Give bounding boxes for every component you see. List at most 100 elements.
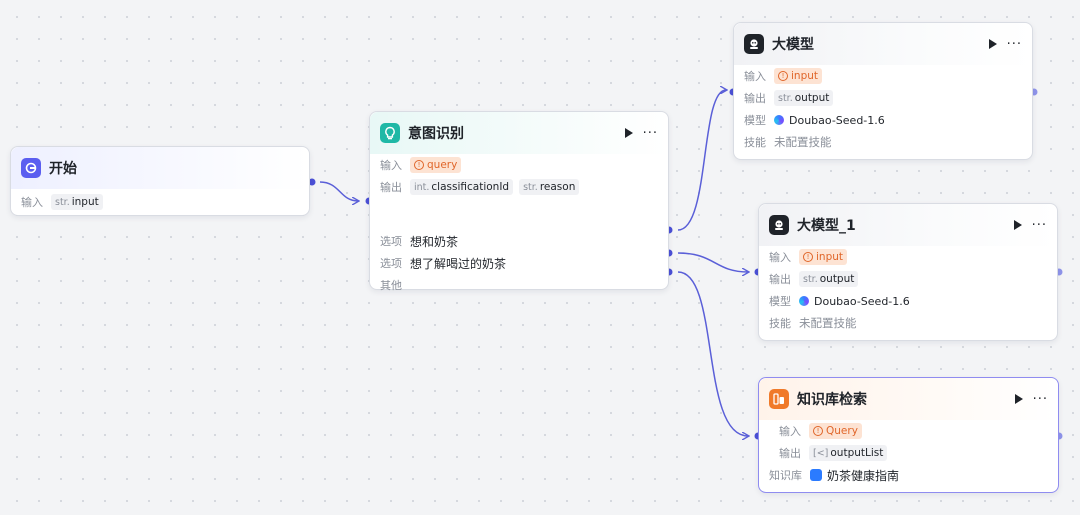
model-label: 模型 — [744, 114, 766, 127]
output-variable-tag[interactable]: [<] outputList — [809, 445, 888, 461]
variable-type: [<] — [813, 447, 829, 459]
intent-other-row: 其他 — [370, 274, 668, 296]
start-icon — [21, 158, 41, 178]
output-variable-tag[interactable]: int. classificationId — [410, 179, 514, 195]
llm-skill-row: 技能 未配置技能 — [734, 131, 1032, 153]
output-label: 输出 — [744, 92, 766, 105]
output-variable-tag[interactable]: str. reason — [519, 179, 580, 195]
more-icon[interactable]: ··· — [1033, 393, 1048, 406]
variable-name: input — [816, 251, 844, 263]
variable-type: str. — [55, 196, 70, 208]
input-label: 输入 — [21, 196, 43, 209]
llm-node-header[interactable]: 大模型 ··· — [734, 23, 1032, 65]
model-label: 模型 — [769, 295, 791, 308]
play-icon[interactable] — [988, 39, 997, 49]
input-variable-tag[interactable]: ! query — [410, 157, 462, 173]
edge-option2-to-llm1 — [677, 252, 748, 272]
knowledge-node-header[interactable]: 知识库检索 ··· — [759, 378, 1058, 420]
output-variable-tag[interactable]: str. output — [774, 90, 834, 106]
input-variable-tag[interactable]: ! input — [774, 68, 823, 84]
start-node[interactable]: 开始 输入 str. input — [10, 146, 310, 216]
warning-icon: ! — [803, 252, 813, 262]
edge-start-to-intent — [319, 181, 358, 201]
edge-other-to-kb — [677, 271, 748, 436]
variable-name: output — [819, 273, 855, 285]
intent-node-header[interactable]: 意图识别 ··· — [370, 112, 668, 154]
knowledge-output-row: 输出 [<] outputList — [759, 442, 1058, 464]
llm-1-model-row: 模型 Doubao-Seed-1.6 — [759, 290, 1057, 312]
llm-1-output-row: 输出 str. output — [759, 268, 1057, 290]
model-logo-icon — [799, 296, 809, 306]
variable-type: str. — [803, 273, 818, 285]
warning-icon: ! — [414, 160, 424, 170]
input-variable-tag[interactable]: ! Query — [809, 423, 862, 439]
variable-name: input — [791, 70, 819, 82]
play-icon[interactable] — [1014, 394, 1023, 404]
intent-option-row: 选项 想了解喝过的奶茶 — [370, 252, 668, 274]
other-label: 其他 — [380, 279, 402, 292]
llm-input-row: 输入 ! input — [734, 65, 1032, 87]
play-icon[interactable] — [1013, 220, 1022, 230]
knowledge-node-title: 知识库检索 — [797, 392, 867, 408]
llm-icon — [769, 215, 789, 235]
intent-node-title: 意图识别 — [408, 126, 464, 142]
variable-type: int. — [414, 181, 430, 193]
llm-1-node-title: 大模型_1 — [797, 218, 856, 234]
input-label: 输入 — [769, 251, 791, 264]
intent-option-row: 选项 想和奶茶 — [370, 230, 668, 252]
llm-1-node-header[interactable]: 大模型_1 ··· — [759, 204, 1057, 246]
output-label: 输出 — [380, 181, 402, 194]
model-selector[interactable]: Doubao-Seed-1.6 — [799, 295, 910, 308]
warning-icon: ! — [778, 71, 788, 81]
variable-name: outputList — [830, 447, 884, 459]
llm-1-input-row: 输入 ! input — [759, 246, 1057, 268]
knowledge-base-selector[interactable]: 奶茶健康指南 — [810, 467, 899, 484]
play-icon[interactable] — [624, 128, 633, 138]
option-text: 想了解喝过的奶茶 — [410, 256, 507, 271]
more-icon[interactable]: ··· — [643, 127, 658, 140]
llm-model-row: 模型 Doubao-Seed-1.6 — [734, 109, 1032, 131]
variable-name: reason — [539, 181, 576, 193]
llm-icon — [744, 34, 764, 54]
variable-name: query — [427, 159, 458, 171]
option-text: 想和奶茶 — [410, 234, 459, 249]
start-input-row: 输入 str. input — [11, 191, 309, 213]
output-label: 输出 — [779, 447, 801, 460]
input-label: 输入 — [744, 70, 766, 83]
output-label: 输出 — [769, 273, 791, 286]
knowledge-base-row: 知识库 奶茶健康指南 — [759, 464, 1058, 486]
edge-option1-to-llm — [677, 90, 726, 231]
model-selector[interactable]: Doubao-Seed-1.6 — [774, 114, 885, 127]
start-node-header[interactable]: 开始 — [11, 147, 309, 189]
llm-node[interactable]: 大模型 ··· 输入 ! input 输出 str. output 模型 Douba… — [733, 22, 1033, 160]
intent-icon — [380, 123, 400, 143]
variable-name: output — [794, 92, 830, 104]
variable-name: Query — [826, 425, 858, 437]
more-icon[interactable]: ··· — [1032, 219, 1047, 232]
knowledge-base-icon — [810, 469, 822, 481]
input-variable-tag[interactable]: str. input — [51, 194, 103, 210]
knowledge-base-name: 奶茶健康指南 — [827, 468, 900, 483]
input-label: 输入 — [779, 425, 801, 438]
output-variable-tag[interactable]: str. output — [799, 271, 859, 287]
skill-value: 未配置技能 — [774, 135, 832, 149]
knowledge-base-label: 知识库 — [769, 469, 802, 482]
model-logo-icon — [774, 115, 784, 125]
llm-1-node[interactable]: 大模型_1 ··· 输入 ! input 输出 str. output 模型 Dou… — [758, 203, 1058, 341]
intent-node[interactable]: 意图识别 ··· 输入 ! query 输出 int. classification… — [369, 111, 669, 292]
warning-icon: ! — [813, 426, 823, 436]
option-label: 选项 — [380, 257, 402, 270]
start-node-title: 开始 — [49, 161, 77, 177]
option-label: 选项 — [380, 235, 402, 248]
intent-output-row: 输出 int. classificationId str. reason — [370, 176, 668, 198]
skill-label: 技能 — [769, 317, 791, 330]
input-label: 输入 — [380, 159, 402, 172]
variable-type: str. — [778, 92, 793, 104]
intent-input-row: 输入 ! query — [370, 154, 668, 176]
variable-type: str. — [523, 181, 538, 193]
variable-name: classificationId — [431, 181, 510, 193]
llm-output-row: 输出 str. output — [734, 87, 1032, 109]
more-icon[interactable]: ··· — [1007, 38, 1022, 51]
knowledge-retrieval-node[interactable]: 知识库检索 ··· 输入 ! Query 输出 [<] outputList 知识库… — [758, 377, 1059, 493]
input-variable-tag[interactable]: ! input — [799, 249, 848, 265]
